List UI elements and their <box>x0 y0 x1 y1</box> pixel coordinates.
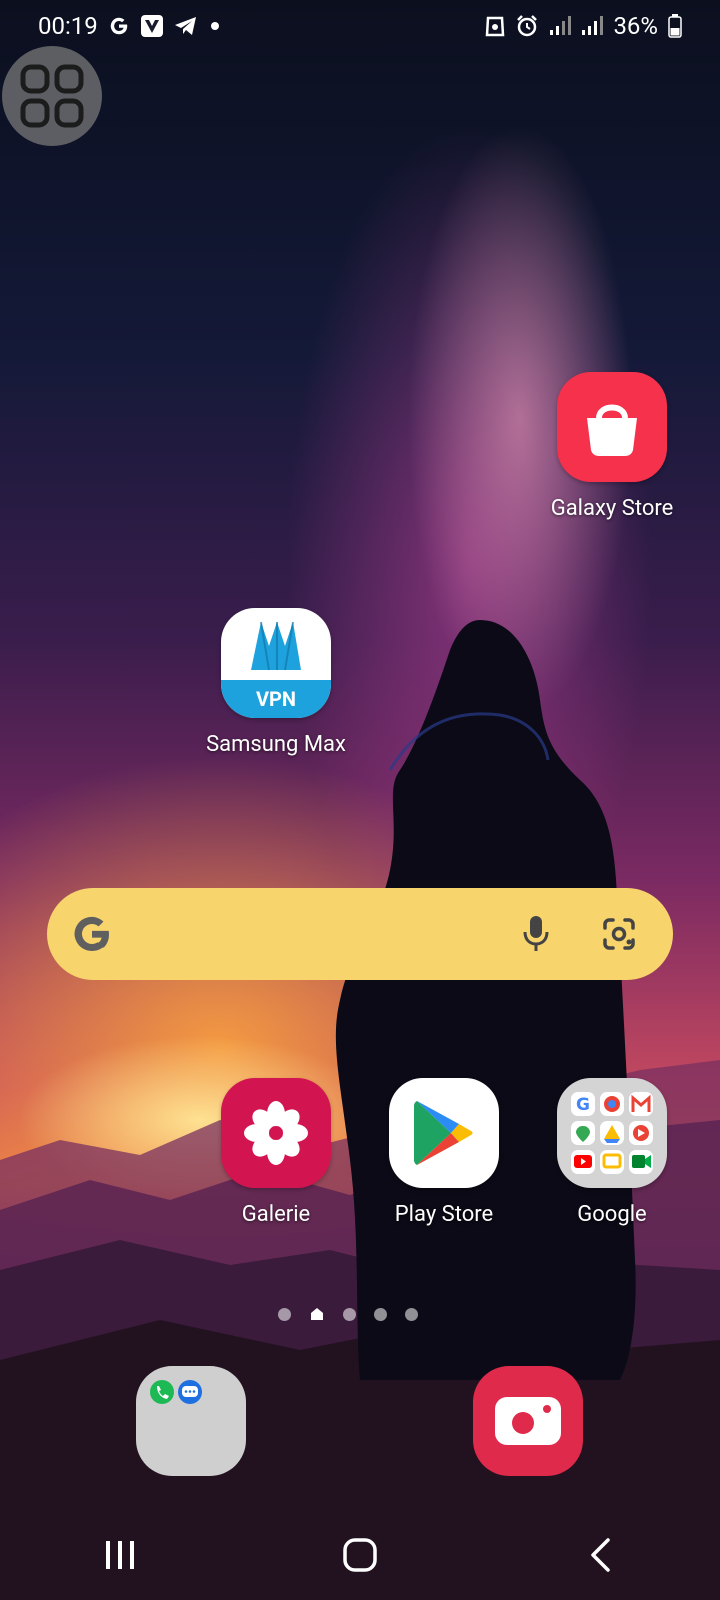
app-label: Galerie <box>241 1202 311 1227</box>
status-right: 36% <box>485 12 682 40</box>
signal-icon <box>581 16 604 36</box>
recents-icon <box>106 1541 134 1569</box>
app-label: Play Store <box>394 1202 494 1227</box>
recents-button[interactable] <box>80 1525 160 1585</box>
google-g-icon[interactable] <box>69 911 115 957</box>
dock-camera[interactable] <box>473 1366 583 1476</box>
status-left: 00:19 <box>38 12 222 40</box>
hooded-figure <box>335 620 636 1380</box>
app-label: Galaxy Store <box>550 496 674 521</box>
dock-phone-messages-folder[interactable] <box>136 1366 246 1476</box>
app-galerie[interactable]: Galerie <box>201 1078 351 1227</box>
galaxy-store-icon <box>557 372 667 482</box>
battery-icon <box>668 14 682 38</box>
battery-percent: 36% <box>613 12 658 40</box>
status-bar: 00:19 36% <box>0 0 720 52</box>
app-google-folder[interactable]: G Google <box>537 1078 687 1227</box>
back-icon <box>591 1538 610 1572</box>
grid-icon <box>20 64 84 128</box>
app-play-store[interactable]: Play Store <box>369 1078 519 1227</box>
signal-icon <box>549 16 572 36</box>
app-galaxy-store[interactable]: Galaxy Store <box>537 372 687 521</box>
microphone-icon[interactable] <box>521 914 551 954</box>
home-page-indicator-icon[interactable] <box>309 1306 325 1322</box>
vpn-badge: VPN <box>221 680 331 718</box>
edge-panel-handle[interactable] <box>2 46 102 146</box>
google-folder-icon: G <box>557 1078 667 1188</box>
vivaldi-icon <box>140 14 164 38</box>
app-samsung-max[interactable]: VPN Samsung Max <box>201 608 351 757</box>
alarm-icon <box>515 14 539 38</box>
telegram-icon <box>174 15 198 37</box>
folder-contents-icon <box>150 1380 202 1404</box>
home-button[interactable] <box>320 1525 400 1585</box>
galerie-flower-icon <box>221 1078 331 1188</box>
back-button[interactable] <box>560 1525 640 1585</box>
svg-text:G: G <box>576 1095 590 1115</box>
home-icon <box>343 1538 377 1572</box>
page-dot[interactable] <box>405 1307 418 1321</box>
page-dot[interactable] <box>278 1307 291 1321</box>
google-lens-icon[interactable] <box>599 916 639 952</box>
page-dot[interactable] <box>343 1307 356 1321</box>
app-label: Samsung Max <box>206 732 346 757</box>
google-g-icon <box>108 15 130 37</box>
samsung-max-vpn-icon: VPN <box>221 608 331 718</box>
page-indicator[interactable] <box>278 1306 418 1322</box>
page-dot[interactable] <box>374 1307 387 1321</box>
play-store-icon <box>389 1078 499 1188</box>
camera-icon <box>495 1397 561 1445</box>
recycle-icon <box>485 15 505 37</box>
status-time: 00:19 <box>38 12 98 40</box>
navigation-bar <box>0 1520 720 1590</box>
google-search-widget[interactable] <box>47 888 673 980</box>
app-label: Google <box>577 1202 647 1227</box>
dot-icon <box>208 19 222 33</box>
